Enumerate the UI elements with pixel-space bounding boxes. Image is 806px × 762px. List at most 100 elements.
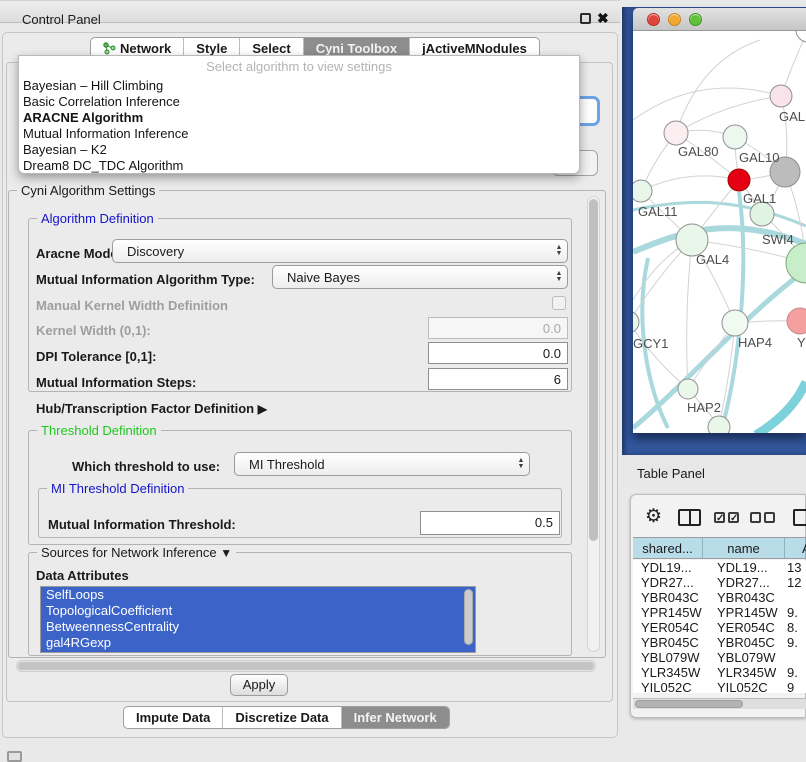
table-row[interactable]: YBR043CYBR043C xyxy=(633,590,806,605)
node-gal80[interactable] xyxy=(664,121,688,145)
settings-hscrollbar[interactable] xyxy=(16,660,596,672)
table-row[interactable]: YIL052CYIL052C9 xyxy=(633,680,806,693)
sources-group-title[interactable]: Sources for Network Inference ▼ xyxy=(37,545,236,560)
node-swi4[interactable] xyxy=(786,243,806,283)
aracne-mode-combobox[interactable]: Discovery ▲▼ xyxy=(112,239,568,263)
mi-threshold-field[interactable]: 0.5 xyxy=(420,511,560,535)
list-item[interactable]: BetweennessCentrality xyxy=(41,619,475,635)
cyni-bottom-tabbar: Impute Data Discretize Data Infer Networ… xyxy=(123,706,450,729)
dropdown-item[interactable]: Dream8 DC_TDC Algorithm xyxy=(19,158,579,174)
data-attributes-label: Data Attributes xyxy=(36,568,129,583)
dropdown-item[interactable]: Bayesian – K2 xyxy=(19,142,579,158)
network-window: GAL GAL80 GAL10 GAL1 GAL11 SWI4 GAL4 GCY… xyxy=(633,8,806,433)
panel-title: Control Panel xyxy=(22,12,101,27)
aracne-mode-label: Aracne Mode: xyxy=(36,246,122,261)
table-row[interactable]: YBR045CYBR045C9. xyxy=(633,635,806,650)
node-label: GCY1 xyxy=(633,336,668,351)
node-hap4[interactable] xyxy=(722,310,748,336)
table-panel-title: Table Panel xyxy=(637,466,705,481)
mi-threshold-definition-title: MI Threshold Definition xyxy=(47,481,188,496)
dock-panel-icon[interactable] xyxy=(7,751,22,762)
node-label: GAL80 xyxy=(678,144,718,159)
table-header: shared... name A xyxy=(633,537,806,559)
dropdown-item[interactable]: Bayesian – Hill Climbing xyxy=(19,78,579,94)
network-icon xyxy=(103,42,116,55)
kernel-width-field[interactable]: 0.0 xyxy=(428,317,568,339)
node-hap2[interactable] xyxy=(678,379,698,399)
close-button[interactable] xyxy=(647,13,660,26)
tab-infer-network[interactable]: Infer Network xyxy=(341,707,449,728)
table-toolbar-icon[interactable] xyxy=(793,509,806,526)
list-item[interactable]: TopologicalCoefficient xyxy=(41,603,475,619)
column-header-shared-name[interactable]: shared... xyxy=(633,538,703,558)
table-row[interactable]: YDR27...YDR27...12 xyxy=(633,575,806,590)
dropdown-item-selected[interactable]: ARACNE Algorithm xyxy=(19,110,579,126)
table-row[interactable]: YDL19...YDL19...13 xyxy=(633,560,806,575)
column-header-partial[interactable]: A xyxy=(785,538,806,558)
dpi-tolerance-field[interactable]: 0.0 xyxy=(428,342,568,364)
hub-definition-expander[interactable]: Hub/Transcription Factor Definition ▶ xyxy=(36,401,267,416)
threshold-definition-title: Threshold Definition xyxy=(37,423,161,438)
settings-group-title: Cyni Algorithm Settings xyxy=(17,183,159,198)
node-gal10[interactable] xyxy=(723,125,747,149)
settings-scrollbar[interactable] xyxy=(587,196,600,652)
node-gal11[interactable] xyxy=(633,180,652,202)
gear-icon[interactable]: ⚙ xyxy=(645,505,662,528)
tab-discretize-data[interactable]: Discretize Data xyxy=(222,707,340,728)
table-row[interactable]: YER054CYER054C8. xyxy=(633,620,806,635)
list-scrollbar-thumb[interactable] xyxy=(464,589,473,645)
checkbox-checked-icon[interactable]: ✓ xyxy=(728,512,739,523)
close-icon[interactable]: ✖ xyxy=(597,10,609,27)
kernel-width-label: Kernel Width (0,1): xyxy=(36,323,151,338)
node-label: GAL1 xyxy=(743,191,776,206)
mi-algorithm-type-combobox[interactable]: Naive Bayes ▲▼ xyxy=(272,265,568,289)
network-graph: GAL GAL80 GAL10 GAL1 GAL11 SWI4 GAL4 GCY… xyxy=(633,31,806,433)
mi-threshold-label: Mutual Information Threshold: xyxy=(48,517,236,532)
node[interactable] xyxy=(708,416,730,433)
table-body: YDL19...YDL19...13 YDR27...YDR27...12 YB… xyxy=(633,560,806,693)
columns-icon[interactable] xyxy=(678,509,701,526)
node-salmon[interactable] xyxy=(787,308,806,334)
table-row[interactable]: YBL079WYBL079W xyxy=(633,650,806,665)
combo-spinner-icon: ▲▼ xyxy=(513,458,529,470)
checkbox-checked-icon[interactable]: ✓ xyxy=(714,512,725,523)
checkbox-unchecked-icon[interactable] xyxy=(764,512,775,523)
table-hscrollbar-thumb[interactable] xyxy=(635,700,743,708)
manual-kernel-width-checkbox[interactable] xyxy=(552,296,566,310)
list-item[interactable]: SelfLoops xyxy=(41,587,475,603)
column-header-name[interactable]: name xyxy=(703,538,785,558)
node-label: GAL11 xyxy=(638,204,678,219)
node-label: SWI4 xyxy=(762,232,794,247)
node-gcy1[interactable] xyxy=(633,311,639,333)
manual-kernel-width-label: Manual Kernel Width Definition xyxy=(36,298,228,313)
node-gal7[interactable] xyxy=(770,85,792,107)
mi-steps-field[interactable]: 6 xyxy=(428,368,568,390)
chevron-right-icon: ▶ xyxy=(258,402,267,416)
tab-impute-data[interactable]: Impute Data xyxy=(124,707,222,728)
table-hscrollbar[interactable] xyxy=(633,698,806,709)
settings-scrollbar-thumb[interactable] xyxy=(589,199,598,541)
apply-button[interactable]: Apply xyxy=(230,674,288,696)
float-panel-icon[interactable] xyxy=(580,13,591,24)
data-attributes-list: SelfLoops TopologicalCoefficient Between… xyxy=(40,586,476,653)
table-row[interactable]: YLR345WYLR345W9. xyxy=(633,665,806,680)
dropdown-placeholder: Select algorithm to view settings xyxy=(19,56,579,78)
node-label: HAP2 xyxy=(687,400,721,415)
which-threshold-label: Which threshold to use: xyxy=(72,459,220,474)
network-window-titlebar xyxy=(633,8,806,31)
node-label: Y xyxy=(797,335,806,350)
dropdown-item[interactable]: Basic Correlation Inference xyxy=(19,94,579,110)
combo-spinner-icon: ▲▼ xyxy=(551,245,567,257)
settings-hscrollbar-thumb[interactable] xyxy=(18,662,594,670)
zoom-button[interactable] xyxy=(689,13,702,26)
network-canvas[interactable]: GAL GAL80 GAL10 GAL1 GAL11 SWI4 GAL4 GCY… xyxy=(633,31,806,433)
which-threshold-combobox[interactable]: MI Threshold ▲▼ xyxy=(234,452,530,476)
minimize-button[interactable] xyxy=(668,13,681,26)
node-red-gal1[interactable] xyxy=(728,169,750,191)
checkbox-unchecked-icon[interactable] xyxy=(750,512,761,523)
mi-algorithm-type-label: Mutual Information Algorithm Type: xyxy=(36,272,255,287)
list-item[interactable]: gal4RGexp xyxy=(41,635,475,651)
node[interactable] xyxy=(796,31,806,42)
table-row[interactable]: YPR145WYPR145W9. xyxy=(633,605,806,620)
dropdown-item[interactable]: Mutual Information Inference xyxy=(19,126,579,142)
